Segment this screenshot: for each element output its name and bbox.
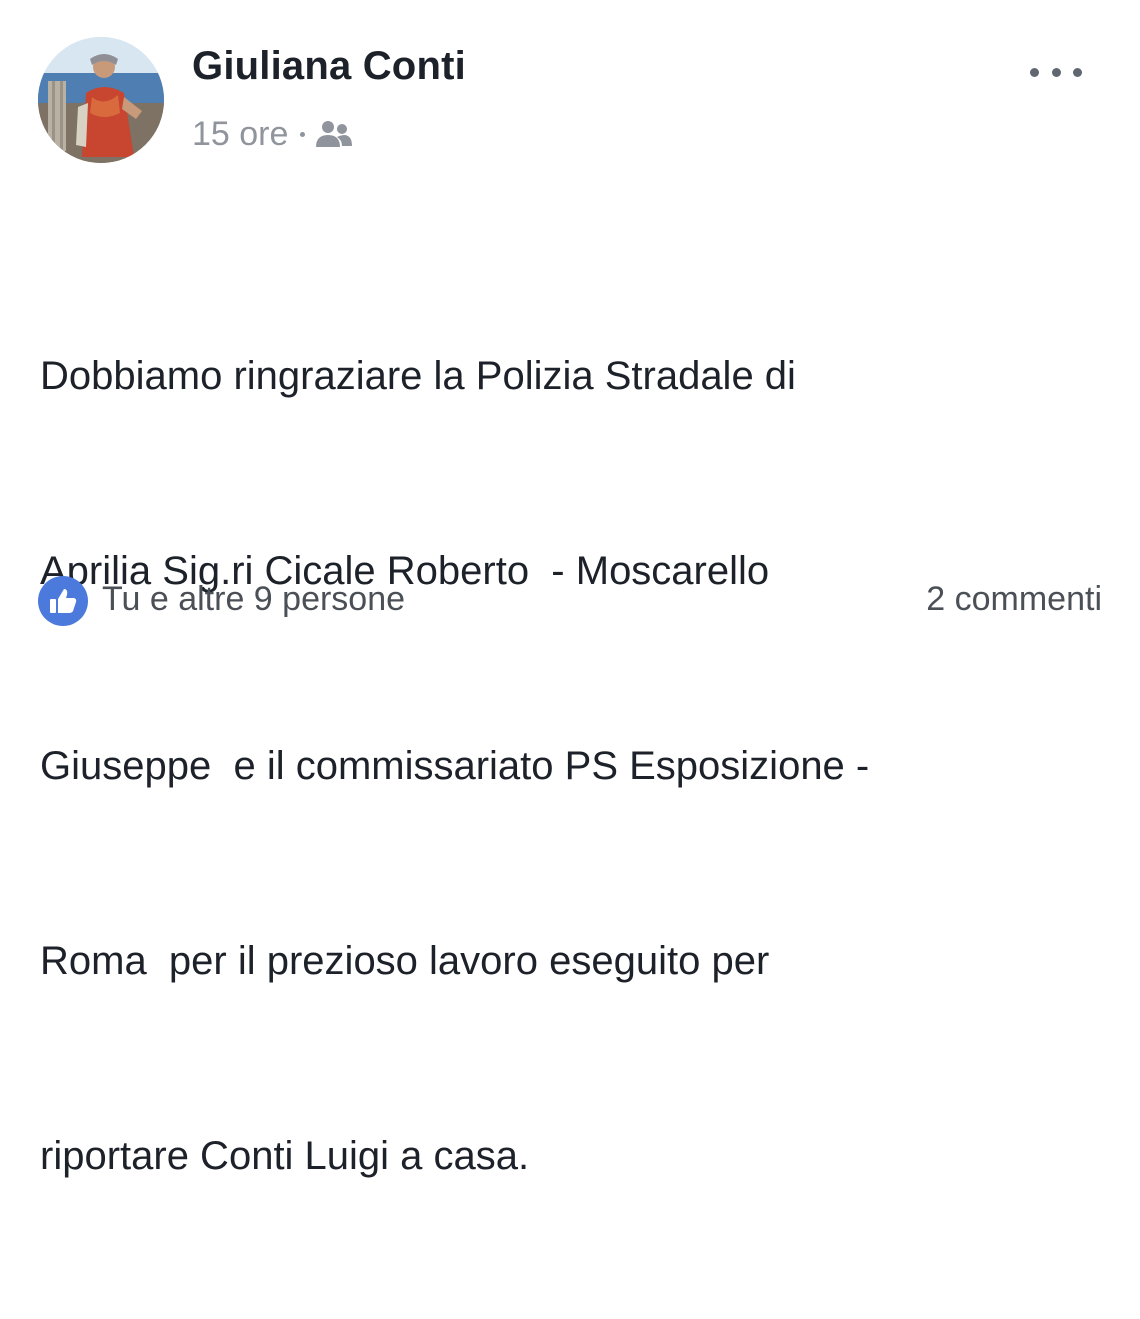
post-text-line: Dobbiamo ringraziare la Polizia Stradale… [40,354,796,398]
feed-post: Giuliana Conti 15 ore Dobbiamo ringrazia… [0,0,1140,1178]
more-options-icon[interactable] [1030,62,1082,82]
post-meta: 15 ore [192,115,353,154]
friends-icon[interactable] [315,119,353,149]
more-dot [1051,67,1061,77]
post-footer: Tu e altre 9 persone 2 commenti [38,574,1102,626]
more-dot [1073,67,1082,77]
post-text-line: Giuseppe e il commissariato PS Esposizio… [40,744,870,788]
more-dot [1030,67,1039,77]
post-text-line: riportare Conti Luigi a casa. [40,1134,530,1178]
avatar[interactable] [38,37,164,163]
like-icon[interactable] [38,576,88,626]
meta-separator-dot [300,131,306,137]
author-name[interactable]: Giuliana Conti [192,44,466,89]
post-text: Dobbiamo ringraziare la Polizia Stradale… [40,214,1110,1319]
post-timestamp[interactable]: 15 ore [192,115,288,154]
post-text-line: Roma per il prezioso lavoro eseguito per [40,939,770,983]
comments-count[interactable]: 2 commenti [926,580,1102,619]
reactions-summary[interactable]: Tu e altre 9 persone [102,580,405,619]
